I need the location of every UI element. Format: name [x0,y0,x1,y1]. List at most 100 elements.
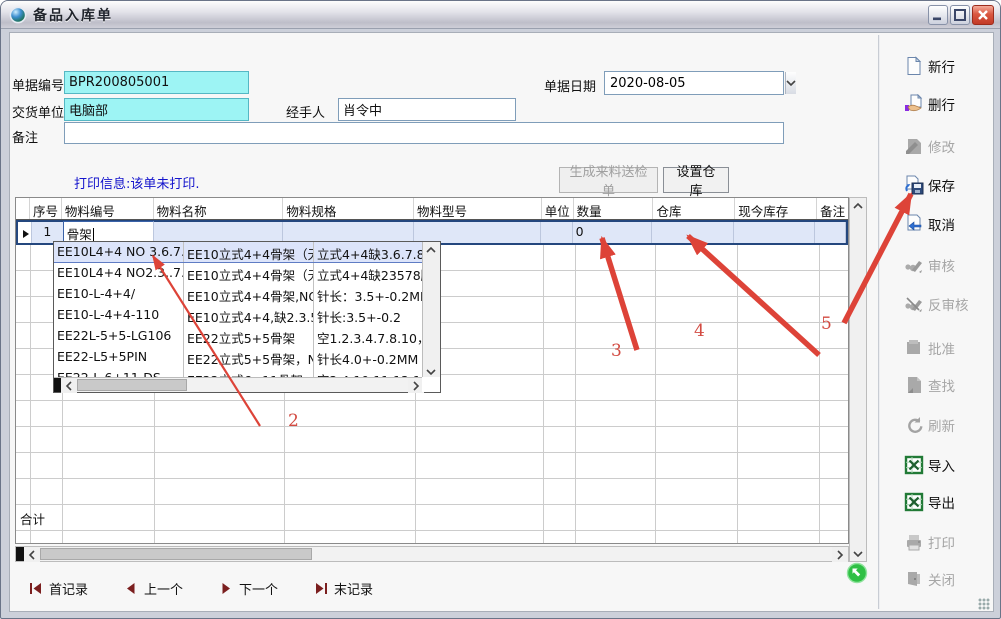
dd-spec: 针长：3.5+-0.2MM， [314,284,424,305]
cancel-icon [904,214,924,234]
sidebar-button-find[interactable]: 查找 [904,373,990,397]
dropdown-horizontal-scrollbar[interactable] [54,377,424,392]
current-row-marker-icon [23,230,29,238]
date-dropdown-button[interactable] [785,72,796,94]
first-record-icon [29,582,43,595]
dropdown-item[interactable]: EE10L4+4 NO2.3..7.8 EE10立式4+4骨架（无骨 立式4+4… [54,263,424,284]
sidebar-button-audit[interactable]: 审核 [904,253,990,277]
qty-cell[interactable]: 0 [573,222,653,243]
col-header-code[interactable]: 物料编号 [62,198,154,219]
material-code-dropdown[interactable]: EE10L4+4 NO 3.6.7.8 EE10立式4+4骨架（无骨 立式4+4… [53,241,441,393]
date-field[interactable] [605,72,785,94]
maximize-icon [952,7,968,23]
dd-spec: 空1.2.3.4.7.8.10，针 [314,326,424,347]
sidebar-button-print[interactable]: 打印 [904,530,990,554]
delete-row-icon [904,94,924,114]
dd-name: EE10立式4+4骨架,NO1 [184,284,314,305]
col-header-remark[interactable]: 备注 [817,198,848,219]
unit-cell[interactable] [541,222,573,243]
col-header-spec[interactable]: 物料规格 [283,198,414,219]
dropdown-vertical-scrollbar[interactable] [422,242,440,379]
generate-inspection-button[interactable]: 生成来料送检单 [559,167,658,193]
sidebar-button-unaudit[interactable]: 反审核 [904,292,990,316]
sidebar-button-close[interactable]: 关闭 [904,567,990,591]
scroll-left-button[interactable] [24,547,40,562]
text-caret [93,228,94,241]
dd-code: EE10L4+4 NO 3.6.7.8 [54,242,184,262]
sidebar-button-new-row[interactable]: 新行 [904,54,990,78]
minimize-icon [930,7,946,23]
dropdown-scroll-up-button[interactable] [423,242,439,257]
sidebar-button-cancel[interactable]: 取消 [904,212,990,236]
last-record-icon [314,582,328,595]
col-header-qty[interactable]: 数量 [574,198,654,219]
dropdown-item[interactable]: EE22-L5+5PIN EE22立式5+5骨架，NO 针长4.0+-0.2MM [54,347,424,368]
title-bar[interactable]: 备品入库单 [1,1,1000,29]
col-header-unit[interactable]: 单位 [542,198,574,219]
scroll-right-button[interactable] [832,547,848,562]
minimize-button[interactable] [928,5,948,25]
dd-name: EE10立式4+4骨架（无骨 [184,263,314,284]
warehouse-cell[interactable] [652,222,734,243]
dd-name: EE10立式4+4,缺2.3.5.6 [184,305,314,326]
dropdown-scroll-left-button[interactable] [61,378,77,393]
status-badge-icon [846,562,868,584]
handler-label: 经手人 [286,102,325,121]
scrollbar-thumb[interactable] [40,548,312,560]
dropdown-item[interactable]: EE10-L-4+4-110 EE10立式4+4,缺2.3.5.6 针长:3.5… [54,305,424,326]
modify-icon [904,136,924,156]
model-cell[interactable] [414,222,541,243]
dd-code: EE22L-5+5-LG106 [54,326,184,347]
scrollbar-track[interactable] [312,547,832,561]
col-header-seq[interactable]: 序号 [30,198,62,219]
dropdown-scroll-corner [422,377,440,392]
stock-cell[interactable] [734,222,816,243]
sidebar-button-save[interactable]: 保存 [904,173,990,197]
chevron-up-icon [425,246,437,254]
print-icon [904,532,924,552]
close-button[interactable] [972,5,994,25]
grid-horizontal-scrollbar[interactable] [15,546,849,562]
row-selector-cell[interactable] [18,222,32,243]
grid-vertical-scrollbar[interactable] [849,197,867,562]
last-record-button[interactable]: 末记录 [314,579,373,598]
sidebar-button-import[interactable]: 导入 [904,453,990,477]
name-cell[interactable] [154,222,283,243]
col-header-stock[interactable]: 现今库存 [735,198,817,219]
col-header-name[interactable]: 物料名称 [154,198,284,219]
resize-grip[interactable] [978,598,990,610]
sidebar-button-approve[interactable]: 批准 [904,336,990,360]
col-header-model[interactable]: 物料型号 [414,198,542,219]
doc-no-field[interactable] [64,71,249,94]
handler-field[interactable] [338,98,516,121]
dropdown-scrollbar-thumb[interactable] [77,379,187,391]
dd-code: EE10-L-4+4/ [54,284,184,305]
date-combobox[interactable] [604,71,784,95]
dropdown-item[interactable]: EE10L4+4 NO 3.6.7.8 EE10立式4+4骨架（无骨 立式4+4… [54,242,424,263]
scroll-up-button[interactable] [850,198,866,213]
next-record-button[interactable]: 下一个 [219,579,278,598]
dropdown-item[interactable]: EE22L-5+5-LG106 EE22立式5+5骨架 空1.2.3.4.7.8… [54,326,424,347]
seq-cell[interactable]: 1 [32,222,64,243]
chevron-left-icon [65,380,73,392]
remark-field[interactable] [64,122,784,144]
sidebar-button-delete-row[interactable]: 删行 [904,92,990,116]
spec-cell[interactable] [283,222,413,243]
remark-cell[interactable] [815,222,846,243]
import-excel-icon [904,455,924,475]
dropdown-item[interactable]: EE10-L-4+4/ EE10立式4+4骨架,NO1 针长：3.5+-0.2M… [54,284,424,305]
set-warehouse-button[interactable]: 设置仓库 [663,167,729,193]
supplier-field[interactable] [64,98,249,121]
refresh-icon [904,415,924,435]
col-header-warehouse[interactable]: 仓库 [653,198,735,219]
dropdown-scrollbar-track[interactable] [187,378,408,392]
sidebar-button-export[interactable]: 导出 [904,490,990,514]
scroll-down-button[interactable] [850,546,866,561]
previous-record-button[interactable]: 上一个 [124,579,183,598]
sidebar-button-modify[interactable]: 修改 [904,134,990,158]
dropdown-size-box [54,378,61,392]
first-record-button[interactable]: 首记录 [29,579,88,598]
code-editor-cell[interactable]: 骨架 [63,221,154,243]
maximize-button[interactable] [950,5,970,25]
sidebar-button-refresh[interactable]: 刷新 [904,413,990,437]
